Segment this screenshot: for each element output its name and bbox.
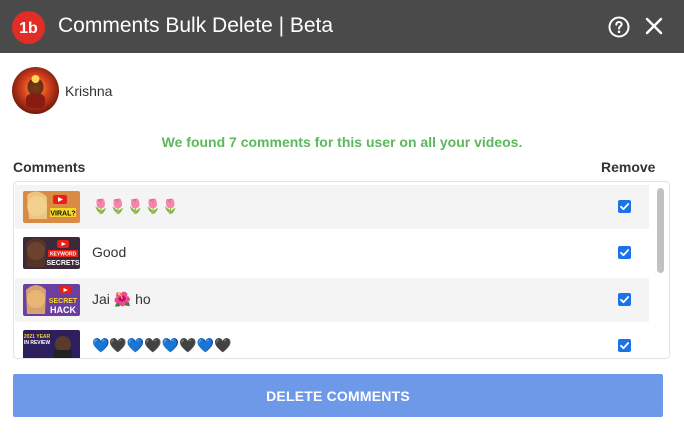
close-icon[interactable] [642, 14, 666, 38]
list-item: 2021 YEAR IN REVIEW 💙🖤💙🖤💙🖤💙🖤 [15, 324, 649, 358]
svg-text:1b: 1b [19, 20, 38, 37]
title-bar: 1b Comments Bulk Delete | Beta [0, 0, 684, 53]
svg-text:SECRET: SECRET [49, 298, 78, 305]
scrollbar-thumb[interactable] [657, 188, 664, 273]
column-header-comments: Comments [13, 159, 86, 175]
svg-text:SECRETS: SECRETS [46, 260, 79, 267]
video-thumbnail: 2021 YEAR IN REVIEW [23, 330, 80, 358]
svg-text:HACK: HACK [50, 305, 76, 315]
svg-text:KEYWORD: KEYWORD [50, 252, 77, 258]
remove-checkbox[interactable] [618, 293, 631, 306]
comment-text: Good [92, 244, 127, 260]
user-name: Krishna [65, 83, 113, 99]
column-header-remove: Remove [601, 159, 656, 175]
avatar [12, 67, 59, 114]
comment-text: 💙🖤💙🖤💙🖤💙🖤 [92, 337, 232, 353]
thumbnail-label: VIRAL? [50, 211, 75, 218]
remove-checkbox[interactable] [618, 200, 631, 213]
video-thumbnail: SECRET HACK [23, 284, 80, 316]
video-thumbnail: KEYWORD SECRETS [23, 237, 80, 269]
remove-checkbox[interactable] [618, 246, 631, 259]
scrollbar[interactable] [652, 182, 669, 358]
list-item: VIRAL? 🌷🌷🌷🌷🌷 [15, 185, 649, 229]
tubebuddy-logo-icon: 1b [12, 11, 45, 44]
list-item: KEYWORD SECRETS Good [15, 231, 649, 275]
result-message: We found 7 comments for this user on all… [161, 134, 523, 150]
help-circle-icon[interactable] [607, 15, 631, 39]
delete-comments-button[interactable]: DELETE COMMENTS [13, 374, 663, 417]
remove-checkbox[interactable] [618, 339, 631, 352]
svg-text:IN REVIEW: IN REVIEW [24, 340, 50, 346]
comment-text: Jai 🌺 ho [92, 291, 151, 307]
video-thumbnail: VIRAL? [23, 191, 80, 223]
window-title: Comments Bulk Delete | Beta [58, 14, 334, 37]
comments-list[interactable]: VIRAL? 🌷🌷🌷🌷🌷 KEYWORD SECRETS Good SECRET… [13, 181, 670, 359]
comment-text: 🌷🌷🌷🌷🌷 [92, 198, 180, 214]
list-item: SECRET HACK Jai 🌺 ho [15, 278, 649, 322]
